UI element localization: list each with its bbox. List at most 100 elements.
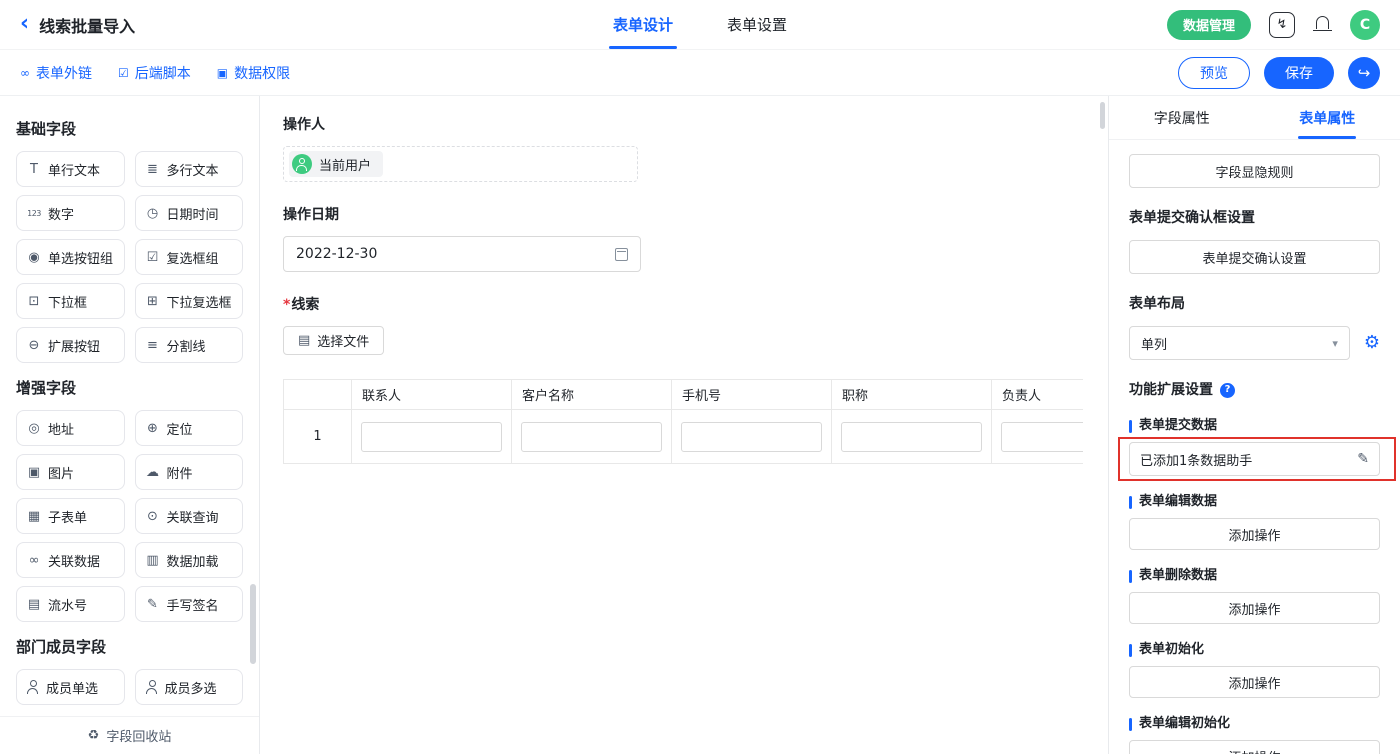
add-operation-button-delete[interactable]: 添加操作 [1129, 592, 1380, 624]
canvas-scrollbar[interactable] [1100, 102, 1105, 129]
form-external-link-label: 表单外链 [36, 63, 92, 83]
add-operation-button-edit[interactable]: 添加操作 [1129, 518, 1380, 550]
subform-field-item[interactable]: ▦ 子表单 [16, 498, 125, 534]
single-line-text-field-item[interactable]: T 单行文本 [16, 151, 125, 187]
current-user-tag[interactable]: 当前用户 [289, 151, 383, 177]
submit-confirm-heading: 表单提交确认框设置 [1129, 208, 1380, 228]
current-user-tag-label: 当前用户 [319, 155, 371, 174]
attachment-field-item[interactable]: ☁ 附件 [135, 454, 244, 490]
location-field-item[interactable]: ⊕ 定位 [135, 410, 244, 446]
help-icon[interactable]: ? [1220, 383, 1235, 398]
location-icon: ⊕ [145, 421, 161, 436]
basic-fields-grid: T 单行文本 ≣ 多行文本 123 数字 ◷ 日期时间 ◉ 单选按钮组 ☑ 复选… [16, 151, 243, 363]
radio-group-field-item[interactable]: ◉ 单选按钮组 [16, 239, 125, 275]
checkbox-group-field-item[interactable]: ☑ 复选框组 [135, 239, 244, 275]
divider-field-item[interactable]: ≡ 分割线 [135, 327, 244, 363]
properties-panel: 字段属性 表单属性 字段显隐规则 表单提交确认框设置 表单提交确认设置 表单布局… [1108, 96, 1400, 754]
column-header-customer: 客户名称 [512, 380, 672, 410]
data-assistant-field[interactable]: 已添加1条数据助手 ✎ [1129, 442, 1380, 476]
avatar[interactable]: C [1350, 10, 1380, 40]
edit-icon[interactable]: ✎ [1357, 451, 1369, 467]
image-icon: ▣ [26, 465, 42, 480]
field-visibility-rules-button[interactable]: 字段显隐规则 [1129, 154, 1380, 188]
section-member-fields-title: 部门成员字段 [16, 636, 243, 657]
toolbar: ∞ 表单外链 ☑ 后端脚本 ▣ 数据权限 预览 保存 ↪ [0, 50, 1400, 96]
field-item-label: 附件 [167, 463, 193, 482]
multiline-text-field-item[interactable]: ≣ 多行文本 [135, 151, 244, 187]
operation-date-input[interactable]: 2022-12-30 [283, 236, 641, 272]
data-permission-icon: ▣ [217, 66, 228, 80]
form-external-link[interactable]: ∞ 表单外链 [20, 63, 92, 83]
serial-number-field-item[interactable]: ▤ 流水号 [16, 586, 125, 622]
page-title: 线索批量导入 [39, 13, 135, 37]
operation-date-label: 操作日期 [283, 204, 1108, 224]
data-manage-button[interactable]: 数据管理 [1167, 10, 1251, 40]
preview-button[interactable]: 预览 [1178, 57, 1250, 89]
attachment-icon: ☁ [145, 465, 161, 480]
related-data-field-item[interactable]: ∞ 关联数据 [16, 542, 125, 578]
datetime-icon: ◷ [145, 206, 161, 221]
form-canvas: 操作人 当前用户 操作日期 2022-12-30 *线索 ▤ 选择文件 [260, 96, 1108, 754]
number-field-item[interactable]: 123 数字 [16, 195, 125, 231]
form-edit-init-label: 表单编辑初始化 [1129, 716, 1380, 732]
calendar-icon[interactable] [615, 248, 628, 261]
blue-bar-icon [1129, 570, 1132, 583]
radio-group-icon: ◉ [26, 250, 42, 265]
sidebar-scrollbar[interactable] [250, 584, 256, 664]
data-load-field-item[interactable]: ▥ 数据加载 [135, 542, 244, 578]
field-recycle-bin[interactable]: ♻ 字段回收站 [0, 716, 259, 754]
datetime-field-item[interactable]: ◷ 日期时间 [135, 195, 244, 231]
backend-script-link[interactable]: ☑ 后端脚本 [118, 63, 191, 83]
toolbar-links: ∞ 表单外链 ☑ 后端脚本 ▣ 数据权限 [20, 63, 290, 83]
address-field-item[interactable]: ◎ 地址 [16, 410, 125, 446]
extend-button-field-item[interactable]: ⊖ 扩展按钮 [16, 327, 125, 363]
tab-form-design[interactable]: 表单设计 [609, 0, 677, 49]
operation-date-value: 2022-12-30 [296, 246, 377, 262]
data-permission-link[interactable]: ▣ 数据权限 [217, 63, 290, 83]
field-item-label: 单选按钮组 [48, 248, 113, 267]
add-operation-button-init[interactable]: 添加操作 [1129, 666, 1380, 698]
field-item-label: 图片 [48, 463, 74, 482]
workflow-icon[interactable]: ↯ [1269, 12, 1295, 38]
tab-form-settings[interactable]: 表单设置 [723, 0, 791, 49]
share-button[interactable]: ↪ [1348, 57, 1380, 89]
image-field-item[interactable]: ▣ 图片 [16, 454, 125, 490]
content: 基础字段 T 单行文本 ≣ 多行文本 123 数字 ◷ 日期时间 ◉ 单选按钮组 [0, 96, 1400, 754]
related-query-field-item[interactable]: ⊙ 关联查询 [135, 498, 244, 534]
mobile-cell-input[interactable] [681, 422, 822, 452]
form-layout-value: 单列 [1141, 334, 1167, 353]
operation-date-field[interactable]: 操作日期 2022-12-30 [283, 204, 1108, 272]
top-bar: ‹ 线索批量导入 表单设计 表单设置 数据管理 ↯ C [0, 0, 1400, 50]
field-item-label: 关联查询 [167, 507, 219, 526]
form-layout-select[interactable]: 单列 ▾ [1129, 326, 1350, 360]
owner-cell-input[interactable] [1001, 422, 1083, 452]
operator-field-input[interactable]: 当前用户 [283, 146, 638, 182]
signature-field-item[interactable]: ✎ 手写签名 [135, 586, 244, 622]
column-header-mobile: 手机号 [672, 380, 832, 410]
signature-icon: ✎ [145, 597, 161, 612]
operator-field[interactable]: 操作人 当前用户 [283, 114, 1108, 182]
select-file-button[interactable]: ▤ 选择文件 [283, 326, 384, 355]
customer-cell-input[interactable] [521, 422, 662, 452]
field-item-label: 数据加载 [167, 551, 219, 570]
save-button[interactable]: 保存 [1264, 57, 1334, 89]
member-single-field-item[interactable]: 成员单选 [16, 669, 125, 705]
recycle-icon: ♻ [88, 728, 100, 743]
member-multi-field-item[interactable]: 成员多选 [135, 669, 244, 705]
title-cell-input[interactable] [841, 422, 982, 452]
contact-cell-input[interactable] [361, 422, 502, 452]
tab-field-properties[interactable]: 字段属性 [1109, 96, 1255, 139]
bell-icon[interactable] [1313, 15, 1332, 34]
dropdown-multiselect-field-item[interactable]: ⊞ 下拉复选框 [135, 283, 244, 319]
blue-bar-icon [1129, 644, 1132, 657]
gear-icon[interactable]: ⚙ [1364, 334, 1380, 352]
clue-field[interactable]: *线索 ▤ 选择文件 联系人 客户名称 手机号 职称 负责人 1 [283, 294, 1108, 464]
dropdown-field-item[interactable]: ⊡ 下拉框 [16, 283, 125, 319]
field-item-label: 日期时间 [167, 204, 219, 223]
add-operation-button-edit-init[interactable]: 添加操作 [1129, 740, 1380, 754]
back-icon[interactable]: ‹ [20, 13, 29, 35]
chevron-down-icon: ▾ [1332, 337, 1338, 350]
tab-form-properties[interactable]: 表单属性 [1255, 96, 1400, 139]
member-multi-icon [145, 680, 159, 694]
submit-confirm-settings-button[interactable]: 表单提交确认设置 [1129, 240, 1380, 274]
